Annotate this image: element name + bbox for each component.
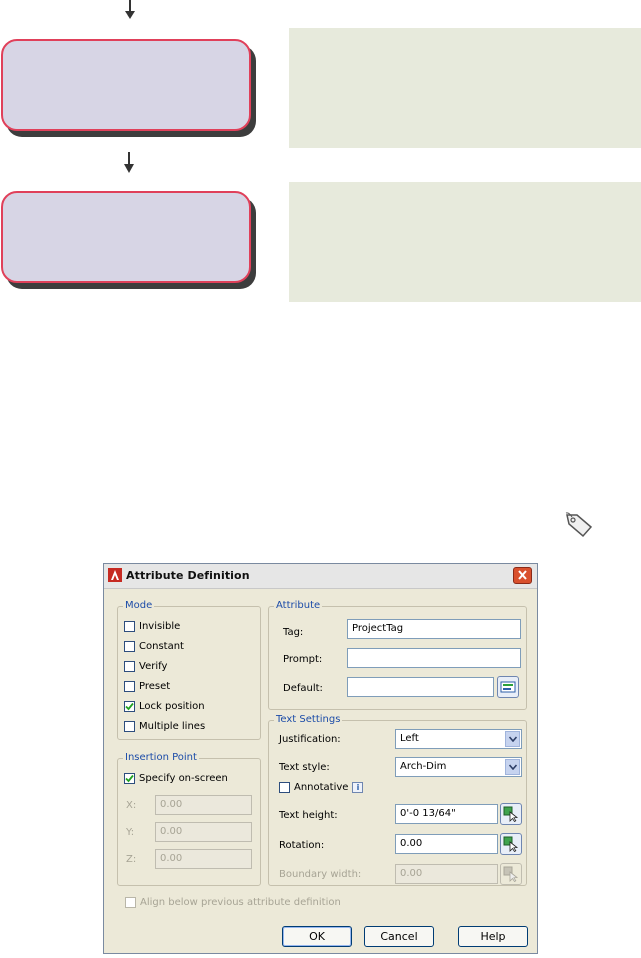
z-field[interactable]: 0.00 (155, 849, 252, 869)
info-icon[interactable]: i (352, 781, 364, 793)
down-arrow-icon (125, 0, 135, 19)
invisible-checkbox[interactable] (124, 620, 135, 632)
rotation-pick-button[interactable] (500, 833, 522, 855)
rotation-label: Rotation: (279, 840, 325, 851)
text-height-label: Text height: (279, 810, 338, 821)
text-style-value: Arch-Dim (400, 761, 447, 772)
align-below-row[interactable]: Align below previous attribute definitio… (125, 895, 341, 909)
help-button[interactable]: Help (458, 926, 528, 947)
mode-group-title: Mode (123, 600, 155, 611)
preset-checkbox-row[interactable]: Preset (124, 679, 170, 693)
mode-group: Mode Invisible Constant Verify Preset Lo… (117, 600, 261, 740)
specify-on-screen-label: Specify on-screen (139, 772, 228, 784)
y-field[interactable]: 0.00 (155, 822, 252, 842)
annotative-checkbox[interactable] (279, 781, 290, 793)
constant-label: Constant (139, 640, 184, 652)
tag-label: Tag: (283, 627, 304, 638)
chevron-down-icon (508, 764, 517, 770)
flow-note-box-2 (289, 182, 641, 302)
text-style-label: Text style: (279, 762, 330, 773)
invisible-checkbox-row[interactable]: Invisible (124, 619, 180, 633)
pick-point-icon (503, 836, 519, 852)
boundary-width-pick-button[interactable] (500, 863, 522, 885)
constant-checkbox-row[interactable]: Constant (124, 639, 184, 653)
x-label: X: (126, 800, 137, 811)
invisible-label: Invisible (139, 620, 181, 632)
autocad-icon (108, 568, 122, 582)
y-label: Y: (126, 827, 135, 838)
ok-button[interactable]: OK (282, 926, 352, 947)
insertion-point-group: Insertion Point Specify on-screen X: 0.0… (117, 752, 261, 886)
lock-position-label: Lock position (139, 700, 205, 712)
specify-on-screen-row[interactable]: Specify on-screen (124, 771, 228, 785)
check-icon (125, 774, 134, 782)
close-icon (518, 570, 527, 580)
insertion-point-title: Insertion Point (123, 752, 199, 763)
constant-checkbox[interactable] (124, 640, 135, 652)
flow-note-box-1 (289, 28, 641, 148)
dialog-title: Attribute Definition (126, 569, 250, 582)
x-field[interactable]: 0.00 (155, 795, 252, 815)
lock-position-checkbox[interactable] (124, 700, 135, 712)
multiple-lines-checkbox[interactable] (124, 720, 135, 732)
attribute-definition-dialog: Attribute Definition Mode Invisible Cons… (103, 563, 538, 954)
flow-step-box-1 (1, 39, 251, 131)
rotation-input[interactable]: 0.00 (395, 834, 498, 854)
text-height-pick-button[interactable] (500, 803, 522, 825)
flow-step-box-2 (1, 191, 251, 283)
insert-field-icon (500, 681, 516, 693)
specify-on-screen-checkbox[interactable] (124, 772, 135, 784)
cancel-button[interactable]: Cancel (364, 926, 434, 947)
boundary-width-input[interactable]: 0.00 (395, 864, 498, 884)
multiple-lines-label: Multiple lines (139, 720, 206, 732)
preset-checkbox[interactable] (124, 680, 135, 692)
text-settings-group: Text Settings Justification: Left Text s… (268, 714, 527, 886)
align-below-checkbox[interactable] (125, 896, 136, 908)
pick-point-icon (503, 866, 519, 882)
align-below-label: Align below previous attribute definitio… (140, 896, 341, 908)
close-button[interactable] (513, 567, 532, 584)
preset-label: Preset (139, 680, 171, 692)
text-height-input[interactable]: 0'-0 13/64" (395, 804, 498, 824)
attribute-group: Attribute Tag: ProjectTag Prompt: Defaul… (268, 600, 527, 710)
verify-checkbox[interactable] (124, 660, 135, 672)
chevron-down-icon (508, 736, 517, 742)
boundary-width-label: Boundary width: (279, 869, 362, 880)
verify-checkbox-row[interactable]: Verify (124, 659, 167, 673)
text-settings-title: Text Settings (274, 714, 343, 725)
dialog-titlebar: Attribute Definition (104, 564, 537, 589)
justification-value: Left (400, 733, 419, 744)
down-arrow-icon (124, 152, 134, 173)
justification-label: Justification: (279, 734, 341, 745)
check-icon (125, 702, 134, 710)
pick-point-icon (503, 806, 519, 822)
multiple-lines-checkbox-row[interactable]: Multiple lines (124, 719, 205, 733)
default-input[interactable] (347, 677, 494, 697)
default-label: Default: (283, 683, 323, 694)
lock-position-checkbox-row[interactable]: Lock position (124, 699, 205, 713)
insert-field-button[interactable] (497, 676, 519, 698)
attribute-group-title: Attribute (274, 600, 323, 611)
verify-label: Verify (139, 660, 168, 672)
prompt-label: Prompt: (283, 654, 323, 665)
tag-input[interactable]: ProjectTag (347, 619, 521, 639)
tag-icon (565, 512, 593, 538)
annotative-row[interactable]: Annotative i (279, 780, 364, 794)
prompt-input[interactable] (347, 648, 521, 668)
text-style-dropdown-button[interactable] (505, 759, 520, 775)
justification-select[interactable]: Left (395, 729, 522, 749)
z-label: Z: (126, 854, 137, 865)
justification-dropdown-button[interactable] (505, 731, 520, 747)
annotative-label: Annotative (294, 781, 349, 793)
text-style-select[interactable]: Arch-Dim (395, 757, 522, 777)
